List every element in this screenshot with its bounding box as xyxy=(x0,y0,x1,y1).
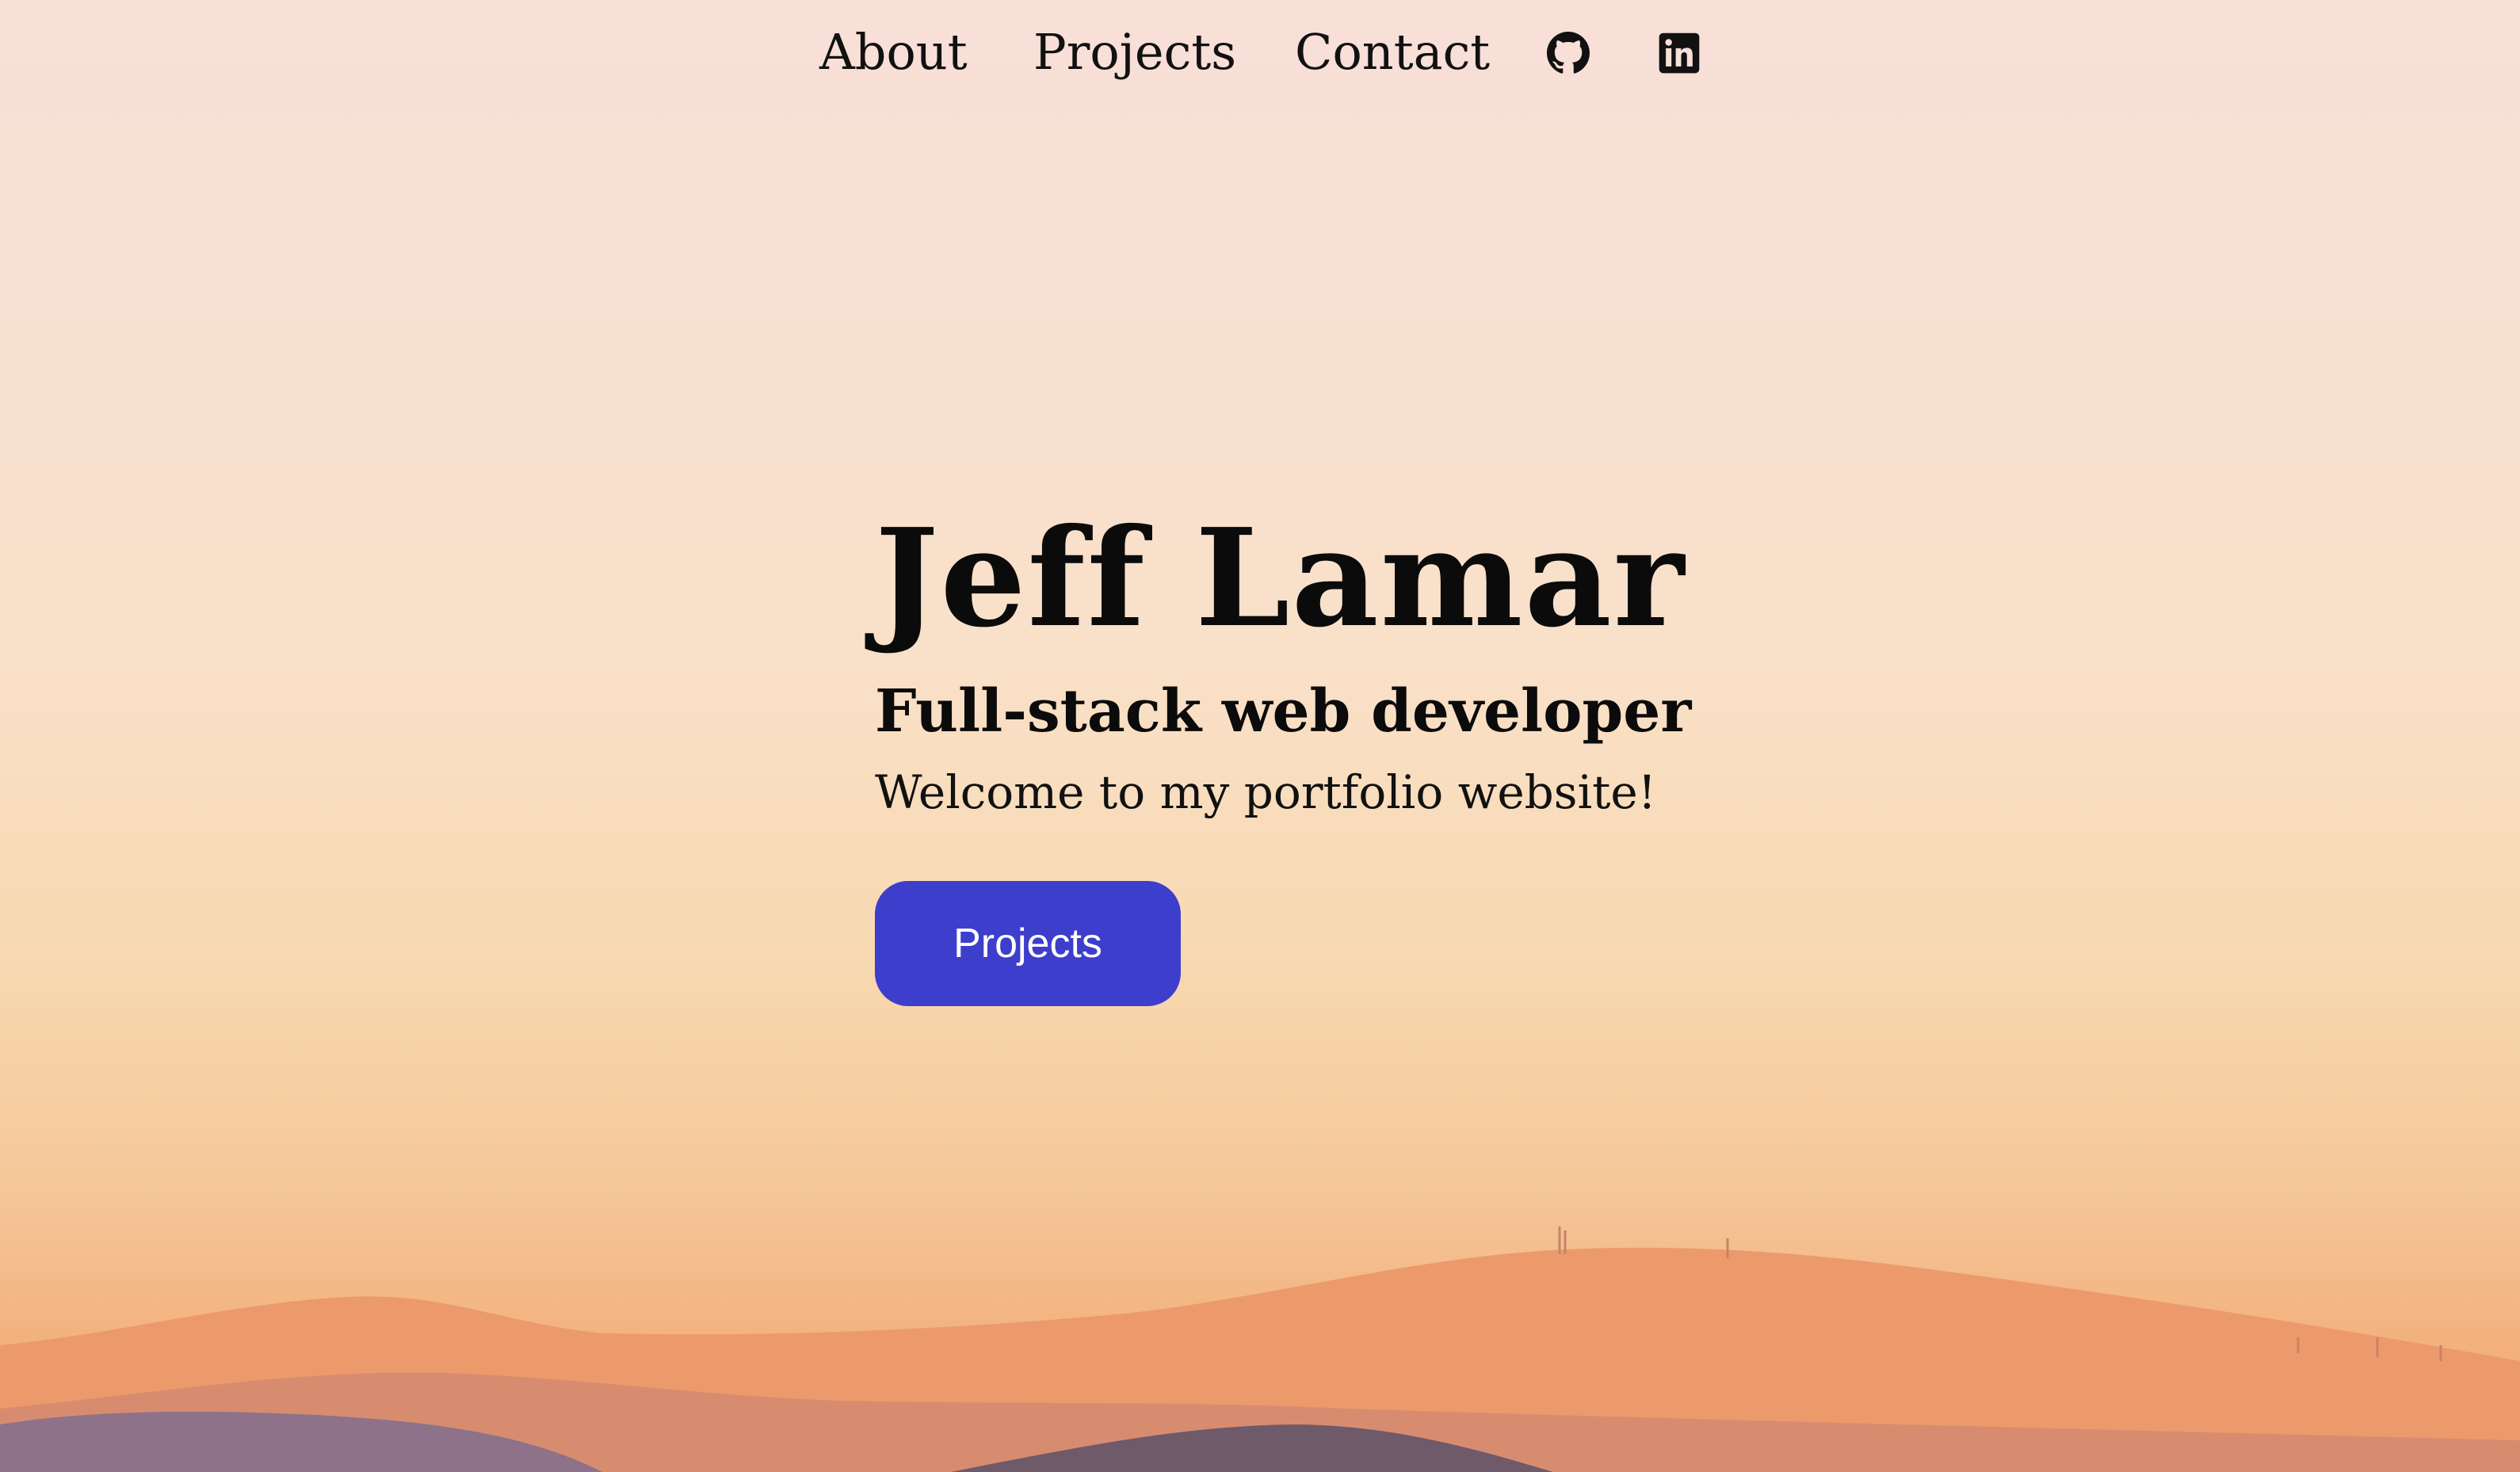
projects-button[interactable]: Projects xyxy=(875,881,1181,1006)
hero-welcome-text: Welcome to my portfolio website! xyxy=(875,765,1657,819)
github-icon[interactable] xyxy=(1547,32,1590,74)
top-navigation: About Projects Contact xyxy=(0,0,2520,103)
hero-name: Jeff Lamar xyxy=(875,499,1686,658)
nav-link-contact[interactable]: Contact xyxy=(1295,21,1490,84)
hero-role: Full-stack web developer xyxy=(875,677,1692,746)
nav-link-projects[interactable]: Projects xyxy=(1033,21,1236,84)
nav-link-about[interactable]: About xyxy=(819,21,968,84)
background-hills xyxy=(0,1226,2520,1472)
hero-section: Jeff Lamar Full-stack web developer Welc… xyxy=(875,499,1826,1006)
linkedin-icon[interactable] xyxy=(1658,32,1701,74)
